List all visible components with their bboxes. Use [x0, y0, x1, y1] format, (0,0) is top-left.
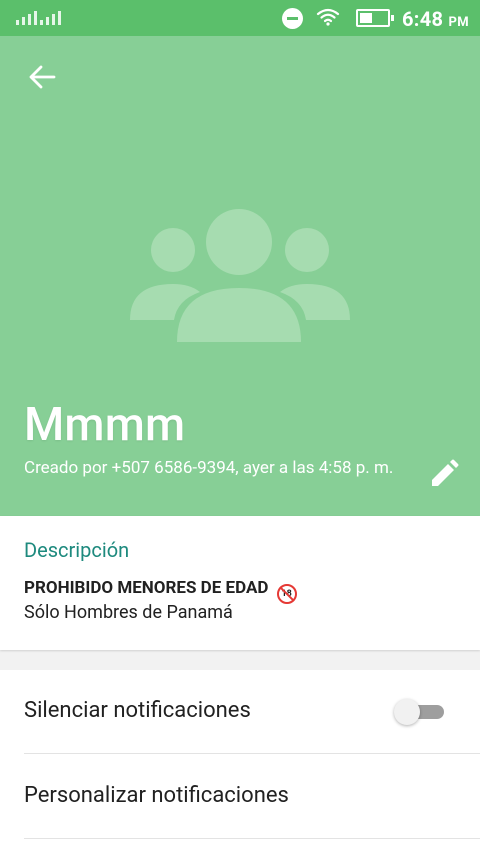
custom-notifications-label: Personalizar notificaciones [24, 783, 289, 808]
wifi-icon [316, 8, 340, 26]
description-card[interactable]: Descripción PROHIBIDO MENORES DE EDAD 18… [0, 516, 480, 650]
battery-icon [356, 9, 394, 27]
description-line-2: Sólo Hombres de Panamá [24, 602, 233, 623]
custom-notifications-row[interactable]: Personalizar notificaciones [0, 755, 480, 839]
arrow-left-icon[interactable] [24, 62, 60, 92]
description-title: Descripción [24, 538, 130, 562]
description-line-1: PROHIBIDO MENORES DE EDAD 18 [24, 578, 297, 604]
do-not-disturb-icon [282, 8, 303, 29]
no-under-18-icon: 18 [276, 584, 297, 604]
time-ampm: PM [448, 15, 469, 30]
mute-notifications-toggle[interactable] [394, 699, 446, 725]
settings-card: Silenciar notificaciones Personalizar no… [0, 670, 480, 854]
signal-icon [16, 9, 61, 25]
description-line-1-text: PROHIBIDO MENORES DE EDAD [24, 578, 269, 598]
group-header: Mmmm Creado por +507 6586-9394, ayer a l… [0, 36, 480, 516]
mute-notifications-row[interactable]: Silenciar notificaciones [0, 670, 480, 754]
mute-notifications-label: Silenciar notificaciones [24, 698, 251, 723]
pencil-icon[interactable] [428, 458, 460, 490]
time-value: 6:48 [402, 7, 444, 31]
group-name: Mmmm [24, 398, 186, 452]
toggle-thumb [394, 699, 420, 725]
divider [24, 838, 480, 839]
status-time: 6:48 PM [402, 7, 469, 31]
status-bar: 6:48 PM [0, 0, 480, 36]
group-icon [130, 209, 350, 342]
divider [24, 753, 480, 754]
created-info: Creado por +507 6586-9394, ayer a las 4:… [24, 458, 394, 478]
